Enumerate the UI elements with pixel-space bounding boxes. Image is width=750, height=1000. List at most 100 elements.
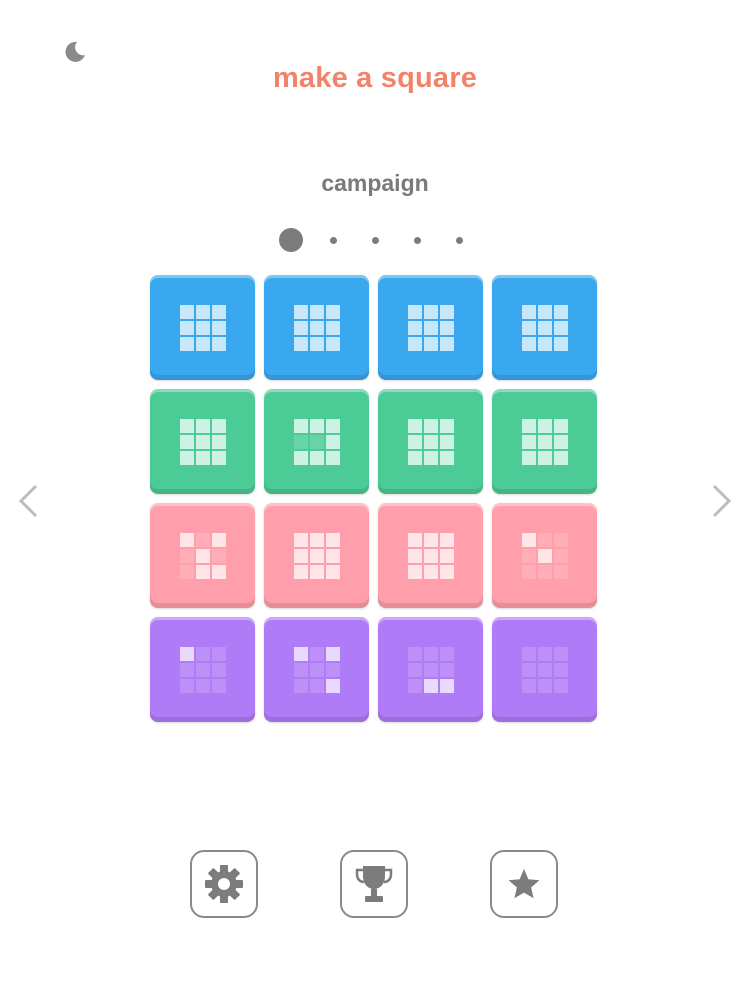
page-dot[interactable] — [329, 236, 337, 244]
preview-cell-filled — [537, 434, 552, 449]
level-tile-5[interactable] — [150, 389, 255, 494]
next-page-button[interactable] — [706, 482, 736, 520]
preview-cell-filled — [407, 320, 422, 335]
level-preview-icon — [293, 304, 340, 351]
preview-cell-empty — [553, 564, 568, 579]
preview-cell-filled — [553, 320, 568, 335]
preview-cell-empty — [521, 678, 536, 693]
preview-cell-filled — [439, 532, 454, 547]
level-tile-16[interactable] — [492, 617, 597, 722]
level-grid — [150, 275, 597, 722]
settings-button[interactable] — [190, 850, 258, 918]
preview-cell-filled — [407, 450, 422, 465]
preview-cell-filled — [423, 304, 438, 319]
preview-cell-filled — [211, 304, 226, 319]
preview-cell-filled — [179, 646, 194, 661]
level-tile-7[interactable] — [378, 389, 483, 494]
preview-cell-filled — [293, 564, 308, 579]
level-preview-icon — [521, 304, 568, 351]
level-tile-10[interactable] — [264, 503, 369, 608]
preview-cell-filled — [521, 320, 536, 335]
preview-cell-empty — [309, 678, 324, 693]
preview-cell-empty — [179, 548, 194, 563]
preview-cell-filled — [195, 418, 210, 433]
trophy-icon — [355, 866, 393, 902]
level-tile-2[interactable] — [264, 275, 369, 380]
preview-cell-filled — [407, 418, 422, 433]
preview-cell-empty — [553, 548, 568, 563]
preview-cell-filled — [293, 646, 308, 661]
page-dot[interactable] — [371, 236, 379, 244]
preview-cell-filled — [423, 336, 438, 351]
preview-cell-filled — [537, 548, 552, 563]
preview-cell-filled — [553, 336, 568, 351]
preview-cell-empty — [407, 646, 422, 661]
page-dot[interactable] — [455, 236, 463, 244]
preview-cell-filled — [309, 450, 324, 465]
preview-cell-filled — [407, 548, 422, 563]
preview-cell-filled — [325, 304, 340, 319]
theme-toggle-button[interactable] — [62, 38, 88, 64]
level-tile-3[interactable] — [378, 275, 483, 380]
level-tile-15[interactable] — [378, 617, 483, 722]
preview-cell-filled — [423, 678, 438, 693]
preview-cell-filled — [211, 434, 226, 449]
preview-cell-filled — [211, 320, 226, 335]
preview-cell-filled — [325, 450, 340, 465]
level-tile-13[interactable] — [150, 617, 255, 722]
preview-cell-empty — [537, 532, 552, 547]
chevron-left-icon — [18, 484, 38, 518]
level-tile-6[interactable] — [264, 389, 369, 494]
preview-cell-empty — [179, 564, 194, 579]
page-dot-wrapper — [354, 226, 396, 254]
preview-cell-filled — [293, 450, 308, 465]
page-dot-active[interactable] — [279, 228, 303, 252]
preview-cell-filled — [439, 450, 454, 465]
level-tile-12[interactable] — [492, 503, 597, 608]
preview-cell-filled — [423, 434, 438, 449]
preview-cell-empty — [293, 434, 308, 449]
moon-icon — [65, 41, 85, 62]
page-dot-wrapper — [438, 226, 480, 254]
preview-cell-empty — [195, 532, 210, 547]
preview-cell-filled — [179, 304, 194, 319]
level-tile-1[interactable] — [150, 275, 255, 380]
level-tile-8[interactable] — [492, 389, 597, 494]
preview-cell-filled — [407, 532, 422, 547]
preview-cell-filled — [439, 434, 454, 449]
game-title: make a square — [272, 62, 478, 94]
preview-cell-filled — [195, 434, 210, 449]
preview-cell-filled — [195, 548, 210, 563]
preview-cell-filled — [293, 548, 308, 563]
preview-cell-filled — [309, 336, 324, 351]
preview-cell-filled — [423, 450, 438, 465]
preview-cell-empty — [293, 678, 308, 693]
preview-cell-filled — [211, 418, 226, 433]
preview-cell-empty — [521, 548, 536, 563]
preview-cell-filled — [211, 532, 226, 547]
preview-cell-filled — [553, 304, 568, 319]
preview-cell-empty — [179, 662, 194, 677]
level-tile-4[interactable] — [492, 275, 597, 380]
preview-cell-filled — [179, 532, 194, 547]
preview-cell-filled — [439, 548, 454, 563]
preview-cell-filled — [309, 548, 324, 563]
rate-button[interactable] — [490, 850, 558, 918]
preview-cell-filled — [325, 320, 340, 335]
level-tile-14[interactable] — [264, 617, 369, 722]
level-tile-11[interactable] — [378, 503, 483, 608]
level-preview-icon — [407, 532, 454, 579]
preview-cell-empty — [521, 646, 536, 661]
preview-cell-empty — [309, 434, 324, 449]
level-preview-icon — [179, 304, 226, 351]
level-preview-icon — [293, 646, 340, 693]
preview-cell-filled — [537, 320, 552, 335]
level-tile-9[interactable] — [150, 503, 255, 608]
leaderboard-button[interactable] — [340, 850, 408, 918]
previous-page-button[interactable] — [14, 482, 44, 520]
preview-cell-empty — [537, 646, 552, 661]
page-dot[interactable] — [413, 236, 421, 244]
preview-cell-empty — [309, 662, 324, 677]
preview-cell-filled — [293, 336, 308, 351]
preview-cell-filled — [211, 564, 226, 579]
